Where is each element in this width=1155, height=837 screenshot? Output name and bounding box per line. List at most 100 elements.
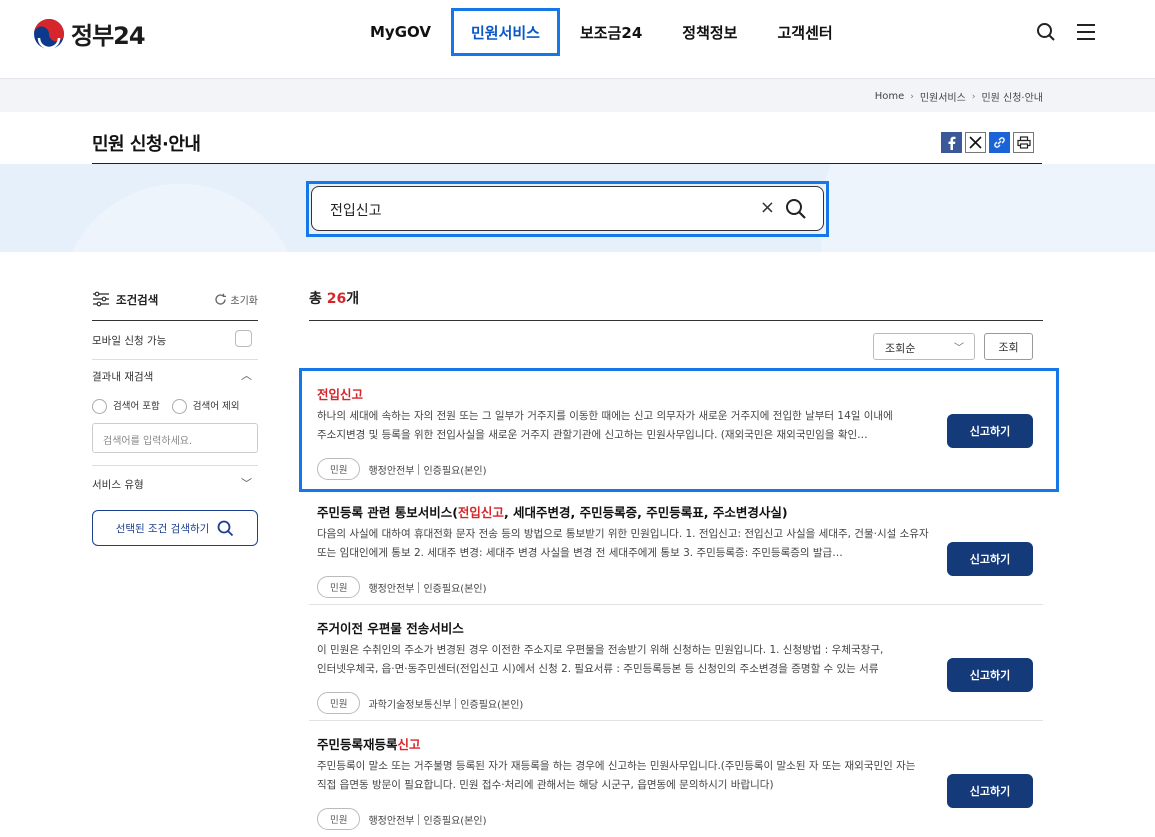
decorative-circle <box>820 164 1155 252</box>
divider <box>92 359 258 360</box>
clear-icon[interactable]: × <box>760 197 775 218</box>
result-item[interactable]: 주민등록 관련 통보서비스(전입신고, 세대주변경, 주민등록증, 주민등록표,… <box>309 498 1043 612</box>
chevron-down-icon[interactable]: ﹀ <box>241 475 252 491</box>
taegeuk-logo-icon <box>34 18 64 49</box>
filter-sliders-icon <box>93 291 109 307</box>
refine-search-input[interactable]: 검색어를 입력하세요. <box>92 423 258 453</box>
result-desc: 주민등록이 말소 또는 거주불명 등록된 자가 재등록을 하는 경우에 신고하는… <box>317 760 916 791</box>
result-meta: 민원 과학기술정보통신부 인증필요(본인) <box>317 692 523 714</box>
agency: 행정안전부 <box>368 583 415 595</box>
facebook-icon[interactable] <box>941 132 962 153</box>
divider <box>92 465 258 466</box>
search-icon <box>217 520 234 536</box>
nav-subsidy24[interactable]: 보조금24 <box>560 8 662 56</box>
result-count: 총 26개 <box>309 288 359 308</box>
title-highlight: 신고 <box>397 737 421 752</box>
result-title[interactable]: 주민등록 관련 통보서비스(전입신고, 세대주변경, 주민등록증, 주민등록표,… <box>317 502 788 521</box>
result-item[interactable]: 주거이전 우편물 전송서비스 이 민원은 수취인의 주소가 변경된 경우 이전한… <box>309 614 1043 728</box>
divider <box>309 604 1043 605</box>
filter-sidebar: 조건검색 초기화 모바일 신청 가능 결과내 재검색 ︿ 검색어 포함 검색어 … <box>92 285 258 546</box>
result-item[interactable]: 주민등록재등록신고 주민등록이 말소 또는 거주불명 등록된 자가 재등록을 하… <box>309 730 1043 837</box>
result-title[interactable]: 주민등록재등록신고 <box>317 734 421 753</box>
filter-header: 조건검색 초기화 <box>92 285 258 321</box>
refresh-icon <box>215 293 227 305</box>
x-twitter-icon[interactable] <box>965 132 986 153</box>
share-tools <box>941 132 1034 153</box>
decorative-circle <box>60 184 300 252</box>
apply-button[interactable]: 신고하기 <box>947 774 1033 808</box>
category-tag: 민원 <box>317 692 361 714</box>
breadcrumb-home[interactable]: Home <box>875 91 905 102</box>
apply-button[interactable]: 신고하기 <box>947 542 1033 576</box>
header-tools <box>1033 20 1099 44</box>
menu-icon[interactable] <box>1073 20 1099 44</box>
count-prefix: 총 <box>309 291 327 307</box>
breadcrumb-civil-service[interactable]: 민원서비스 <box>920 89 966 104</box>
title-part: 주민등록 관련 통보서비스( <box>317 505 458 520</box>
reset-label: 초기화 <box>230 296 258 307</box>
service-type-row[interactable]: 서비스 유형 ﹀ <box>92 477 258 492</box>
site-header: 정부24 MyGOV 민원서비스 보조금24 정책정보 고객센터 <box>0 0 1155 78</box>
reset-button[interactable]: 초기화 <box>214 292 258 307</box>
breadcrumb: Home › 민원서비스 › 민원 신청·안내 <box>875 89 1043 104</box>
apply-filter-button[interactable]: 선택된 조건 검색하기 <box>92 510 258 546</box>
divider <box>418 463 420 475</box>
result-desc: 다음의 사실에 대하여 휴대전화 문자 전송 등의 방법으로 통보받기 위한 민… <box>317 528 929 559</box>
radio-exclude[interactable]: 검색어 제외 <box>171 398 240 414</box>
search-icon[interactable] <box>785 198 807 220</box>
chevron-right-icon: › <box>910 91 914 102</box>
title-row: 민원 신청·안내 <box>92 112 1042 164</box>
sort-button[interactable]: 조회 <box>984 333 1033 360</box>
result-meta: 민원 행정안전부 인증필요(본인) <box>317 808 487 830</box>
mobile-checkbox[interactable] <box>235 330 252 347</box>
result-title[interactable]: 전입신고 <box>317 384 363 403</box>
apply-button[interactable]: 신고하기 <box>947 414 1033 448</box>
auth-required: 인증필요(본인) <box>423 583 487 595</box>
print-icon[interactable] <box>1013 132 1034 153</box>
title-part: , 세대주변경, 주민등록증, 주민등록표, 주소변경사실) <box>503 505 788 520</box>
divider <box>455 697 457 709</box>
search-input[interactable]: 전입신고 × <box>311 186 824 231</box>
breadcrumb-bar: Home › 민원서비스 › 민원 신청·안내 <box>0 78 1155 112</box>
apply-button[interactable]: 신고하기 <box>947 658 1033 692</box>
filter-title: 조건검색 <box>116 293 159 307</box>
result-desc: 이 민원은 수취인의 주소가 변경된 경우 이전한 주소지로 우편물을 전송받기… <box>317 644 884 675</box>
radio-include-label: 검색어 포함 <box>113 401 160 412</box>
result-title[interactable]: 주거이전 우편물 전송서비스 <box>317 618 464 637</box>
nav-mygov[interactable]: MyGOV <box>350 8 451 56</box>
auth-required: 인증필요(본인) <box>423 465 487 477</box>
divider <box>309 320 1043 321</box>
agency: 행정안전부 <box>368 465 415 477</box>
link-copy-icon[interactable] <box>989 132 1010 153</box>
nav-civil-service[interactable]: 민원서비스 <box>450 8 560 56</box>
apply-filter-label: 선택된 조건 검색하기 <box>115 522 210 535</box>
breadcrumb-current[interactable]: 민원 신청·안내 <box>981 89 1043 104</box>
result-meta: 민원 행정안전부 인증필요(본인) <box>317 576 487 598</box>
chevron-up-icon[interactable]: ︿ <box>241 367 252 383</box>
radio-circle[interactable] <box>92 399 107 414</box>
radio-include[interactable]: 검색어 포함 <box>92 398 160 414</box>
category-tag: 민원 <box>317 808 361 830</box>
page-title: 민원 신청·안내 <box>92 134 201 155</box>
search-query[interactable]: 전입신고 <box>330 200 382 220</box>
refine-row[interactable]: 결과내 재검색 ︿ <box>92 369 258 384</box>
auth-required: 인증필요(본인) <box>423 815 487 827</box>
search-icon[interactable] <box>1033 20 1059 44</box>
sort-value: 조회순 <box>885 342 916 355</box>
count-suffix: 개 <box>346 291 360 307</box>
mobile-filter-row: 모바일 신청 가능 <box>92 330 258 348</box>
radio-exclude-label: 검색어 제외 <box>192 401 240 412</box>
sort-select[interactable]: 조회순 ﹀ <box>873 333 975 360</box>
result-item[interactable]: 전입신고 하나의 세대에 속하는 자의 전원 또는 그 일부가 거주지를 이동한… <box>309 380 1043 494</box>
main-nav: MyGOV 민원서비스 보조금24 정책정보 고객센터 <box>350 8 853 56</box>
count-number: 26 <box>326 291 347 307</box>
nav-customer-center[interactable]: 고객센터 <box>757 8 852 56</box>
radio-circle[interactable] <box>171 399 187 414</box>
category-tag: 민원 <box>317 576 361 598</box>
auth-required: 인증필요(본인) <box>460 699 524 711</box>
nav-policy-info[interactable]: 정책정보 <box>662 8 757 56</box>
divider <box>309 720 1043 721</box>
service-type-label: 서비스 유형 <box>92 479 144 491</box>
category-tag: 민원 <box>317 458 361 480</box>
logo[interactable]: 정부24 <box>33 16 146 51</box>
